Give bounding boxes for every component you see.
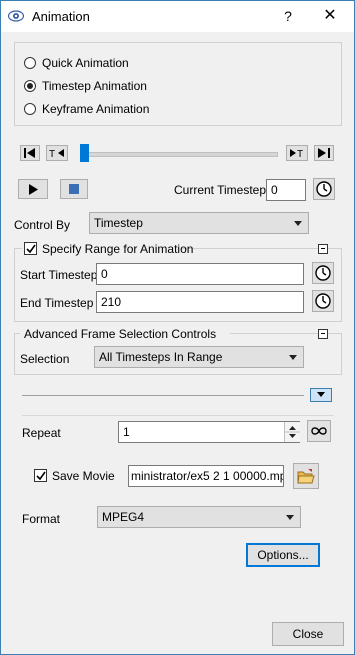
first-frame-button[interactable] [20, 145, 40, 161]
expand-section-button[interactable] [310, 388, 332, 402]
clock-icon [316, 181, 332, 197]
current-timestep-clock-button[interactable] [313, 178, 335, 200]
eye-icon [7, 8, 25, 24]
format-value: MPEG4 [102, 510, 145, 524]
control-by-label: Control By [14, 218, 71, 232]
range-collapse-icon[interactable] [318, 244, 328, 254]
stop-button[interactable] [60, 179, 88, 199]
separator-line [22, 395, 304, 396]
repeat-spinbox[interactable]: 1 [118, 421, 300, 443]
loop-button[interactable] [307, 420, 331, 442]
divider [22, 415, 334, 416]
chevron-down-icon [317, 392, 325, 397]
start-timestep-input[interactable]: 0 [96, 263, 304, 285]
last-frame-button[interactable] [314, 145, 334, 161]
current-timestep-input[interactable]: 0 [266, 179, 306, 201]
options-button[interactable]: Options... [246, 543, 320, 567]
repeat-label: Repeat [22, 426, 61, 440]
window-close-button[interactable]: ✕ [316, 4, 344, 28]
clock-icon [315, 293, 331, 309]
stop-icon [69, 184, 79, 194]
timestep-slider-track[interactable] [80, 152, 278, 157]
timestep-animation-label: Timestep Animation [42, 79, 147, 93]
end-timestep-input[interactable]: 210 [96, 291, 304, 313]
svg-text:T: T [49, 149, 55, 158]
format-select[interactable]: MPEG4 [97, 506, 301, 528]
browse-folder-button[interactable] [293, 463, 319, 489]
chevron-down-icon [294, 221, 302, 226]
check-icon [36, 471, 46, 481]
start-timestep-clock-button[interactable] [312, 262, 334, 284]
window-title: Animation [32, 9, 90, 24]
help-button[interactable]: ? [274, 4, 302, 28]
control-by-select[interactable]: Timestep [89, 212, 309, 234]
save-movie-checkbox[interactable] [34, 469, 47, 482]
step-back-button[interactable]: T [46, 145, 68, 161]
start-timestep-label: Start Timestep [20, 268, 98, 282]
step-back-icon: T [49, 149, 64, 158]
keyframe-animation-label: Keyframe Animation [42, 102, 150, 116]
advanced-group-title: Advanced Frame Selection Controls [24, 327, 217, 341]
chevron-down-icon [289, 355, 297, 360]
current-timestep-label: Current Timestep: [174, 183, 270, 197]
check-icon [26, 244, 36, 254]
skip-to-start-icon [24, 148, 35, 158]
step-forward-icon: T [290, 149, 303, 158]
step-forward-button[interactable]: T [286, 145, 308, 161]
play-icon [29, 183, 38, 195]
specify-range-checkbox[interactable] [24, 242, 37, 255]
format-label: Format [22, 512, 61, 526]
chevron-down-icon [286, 515, 294, 520]
timestep-animation-radio[interactable] [24, 80, 36, 92]
timestep-slider-thumb[interactable] [80, 144, 89, 162]
close-button[interactable]: Close [272, 622, 344, 646]
end-timestep-clock-button[interactable] [312, 290, 334, 312]
repeat-stepper[interactable] [284, 422, 300, 442]
selection-value: All Timesteps In Range [99, 350, 223, 364]
specify-range-label: Specify Range for Animation [42, 242, 194, 256]
play-button[interactable] [18, 179, 48, 199]
quick-animation-radio[interactable] [24, 57, 36, 69]
selection-label: Selection [20, 352, 70, 366]
control-by-value: Timestep [94, 216, 143, 230]
repeat-value: 1 [123, 425, 130, 439]
end-timestep-label: End Timestep [20, 296, 94, 310]
selection-select[interactable]: All Timesteps In Range [94, 346, 304, 368]
stepper-arrows-icon [285, 426, 300, 438]
save-movie-label: Save Movie [52, 469, 115, 483]
advanced-collapse-icon[interactable] [318, 329, 328, 339]
folder-icon [297, 469, 315, 484]
movie-path-input[interactable]: ministrator/ex5 2 1 00000.mp4 [128, 465, 284, 487]
quick-animation-label: Quick Animation [42, 56, 129, 70]
skip-to-end-icon [318, 148, 330, 158]
infinity-icon [311, 427, 327, 435]
keyframe-animation-radio[interactable] [24, 103, 36, 115]
svg-text:T: T [297, 149, 303, 158]
clock-icon [315, 265, 331, 281]
